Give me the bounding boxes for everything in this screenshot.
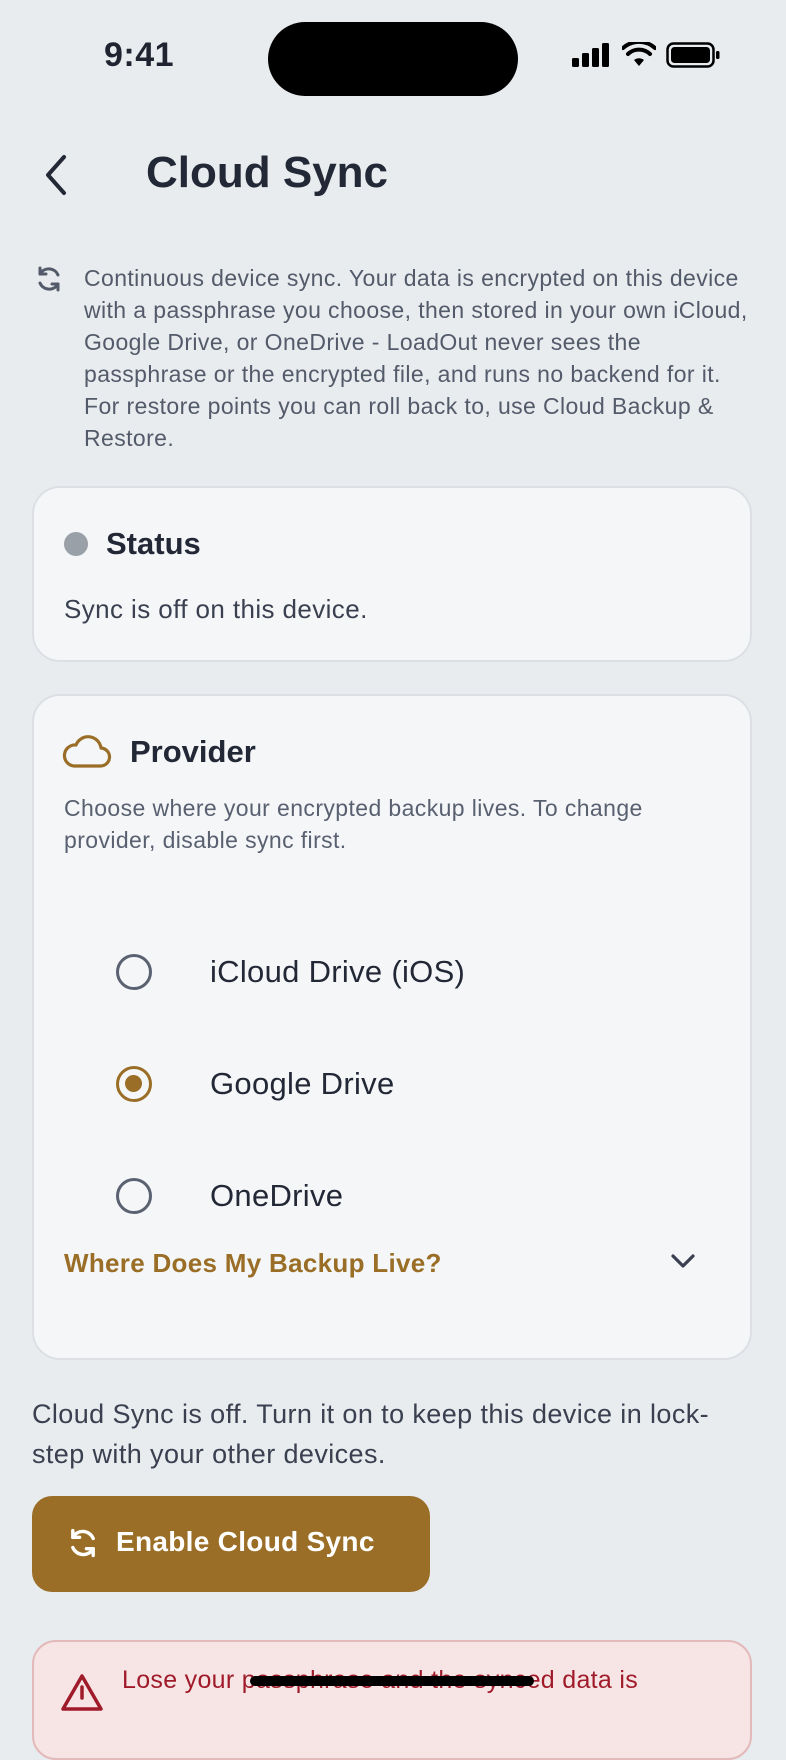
warning-triangle-icon bbox=[61, 1674, 103, 1711]
cloud-icon bbox=[62, 735, 112, 768]
provider-option-label: Google Drive bbox=[210, 1066, 395, 1101]
sync-icon bbox=[71, 1528, 95, 1558]
provider-option-icloud[interactable]: iCloud Drive (iOS) bbox=[94, 934, 694, 1014]
enable-button-label: Enable Cloud Sync bbox=[116, 1526, 375, 1557]
status-bar: 9:41 bbox=[0, 0, 786, 110]
backup-location-expander[interactable]: Where Does My Backup Live? bbox=[64, 1236, 704, 1296]
intro-text: Continuous device sync. Your data is enc… bbox=[84, 265, 748, 451]
status-title: Status bbox=[106, 526, 201, 561]
status-text: Sync is off on this device. bbox=[64, 594, 368, 624]
battery-icon bbox=[666, 42, 720, 68]
radio-button-selected[interactable] bbox=[116, 1066, 152, 1102]
provider-option-google-drive[interactable]: Google Drive bbox=[94, 1046, 694, 1126]
provider-title: Provider bbox=[130, 734, 256, 769]
cellular-signal-icon bbox=[572, 43, 609, 67]
enable-cloud-sync-button[interactable]: Enable Cloud Sync bbox=[32, 1496, 430, 1592]
home-indicator[interactable] bbox=[250, 1676, 534, 1686]
provider-option-label: iCloud Drive (iOS) bbox=[210, 954, 466, 989]
intro-section: Continuous device sync. Your data is enc… bbox=[32, 262, 752, 454]
provider-description: Choose where your encrypted backup lives… bbox=[64, 795, 643, 853]
expander-label: Where Does My Backup Live? bbox=[64, 1248, 442, 1278]
sync-icon bbox=[38, 266, 60, 292]
dynamic-island bbox=[268, 22, 518, 96]
sync-off-message: Cloud Sync is off. Turn it on to keep th… bbox=[32, 1399, 710, 1469]
provider-card: Provider Choose where your encrypted bac… bbox=[32, 694, 752, 1360]
wifi-icon bbox=[622, 42, 656, 66]
provider-option-label: OneDrive bbox=[210, 1178, 344, 1213]
status-time: 9:41 bbox=[104, 36, 175, 74]
status-icons bbox=[572, 42, 720, 68]
chevron-down-icon bbox=[671, 1254, 695, 1268]
radio-button[interactable] bbox=[116, 954, 152, 990]
status-card: Status Sync is off on this device. bbox=[32, 486, 752, 662]
page-title: Cloud Sync bbox=[146, 148, 389, 197]
status-dot bbox=[64, 532, 88, 556]
chevron-left-icon bbox=[46, 155, 66, 195]
radio-button[interactable] bbox=[116, 1178, 152, 1214]
provider-option-onedrive[interactable]: OneDrive bbox=[94, 1158, 694, 1238]
passphrase-warning-banner: Lose your passphrase and the synced data… bbox=[32, 1640, 752, 1760]
navigation-bar: Cloud Sync bbox=[0, 140, 786, 210]
back-button[interactable] bbox=[36, 150, 76, 200]
